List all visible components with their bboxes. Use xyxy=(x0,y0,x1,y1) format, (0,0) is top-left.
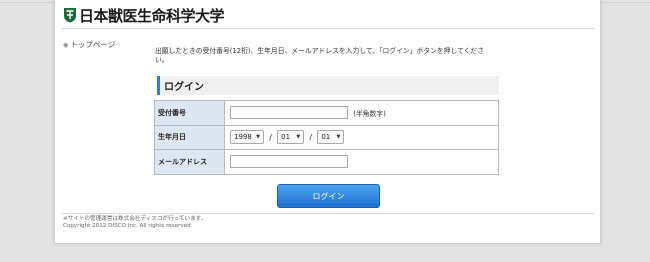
site-header: 日本獣医生命科学大学 xyxy=(63,5,225,26)
birth-day-select[interactable]: 01 ▼ xyxy=(317,130,345,145)
login-button[interactable]: ログイン xyxy=(277,184,380,208)
birth-date-label: 生年月日 xyxy=(154,124,225,150)
header-divider xyxy=(61,28,594,29)
email-input[interactable] xyxy=(230,155,348,169)
receipt-number-row: 受付番号 (半角数字) xyxy=(154,100,499,126)
chevron-down-icon: ▼ xyxy=(256,134,260,141)
login-form-table: 受付番号 (半角数字) 生年月日 1998 ▼ / 01 ▼ / 01 ▼ メー… xyxy=(154,100,499,175)
date-separator: / xyxy=(309,132,313,142)
page-container: 日本獣医生命科学大学 ◆ トップページ 出願したときの受付番号(12桁)、生年月… xyxy=(54,0,601,244)
receipt-number-input[interactable] xyxy=(230,106,348,120)
top-page-link[interactable]: トップページ xyxy=(70,39,115,50)
chevron-down-icon: ▼ xyxy=(336,134,341,141)
copyright-text: Copyright 2012 DISCO Inc. All rights res… xyxy=(63,223,193,229)
side-nav: ◆ トップページ xyxy=(63,39,115,50)
birth-date-row: 生年月日 1998 ▼ / 01 ▼ / 01 ▼ xyxy=(154,124,499,150)
receipt-number-label: 受付番号 xyxy=(154,100,225,126)
date-separator: / xyxy=(269,132,272,142)
chevron-down-icon: ▼ xyxy=(296,134,301,141)
email-row: メールアドレス xyxy=(154,149,499,175)
receipt-number-hint: (半角数字) xyxy=(353,109,386,118)
login-section-title: ログイン xyxy=(157,76,499,95)
birth-year-select[interactable]: 1998 ▼ xyxy=(230,130,264,145)
footer: ※サイトの管理運営は株式会社ディスコが行っています。 Copyright 201… xyxy=(63,216,206,230)
birth-month-select[interactable]: 01 ▼ xyxy=(277,130,305,145)
footer-divider xyxy=(61,213,594,214)
university-name[interactable]: 日本獣医生命科学大学 xyxy=(79,5,225,26)
arrow-right-icon: ◆ xyxy=(63,40,69,49)
email-label: メールアドレス xyxy=(154,149,225,175)
intro-text: 出願したときの受付番号(12桁)、生年月日、メールアドレスを入力して、「ログイン… xyxy=(155,47,485,64)
university-emblem-icon xyxy=(63,7,77,23)
footer-note: ※サイトの管理運営は株式会社ディスコが行っています。 xyxy=(63,216,207,222)
